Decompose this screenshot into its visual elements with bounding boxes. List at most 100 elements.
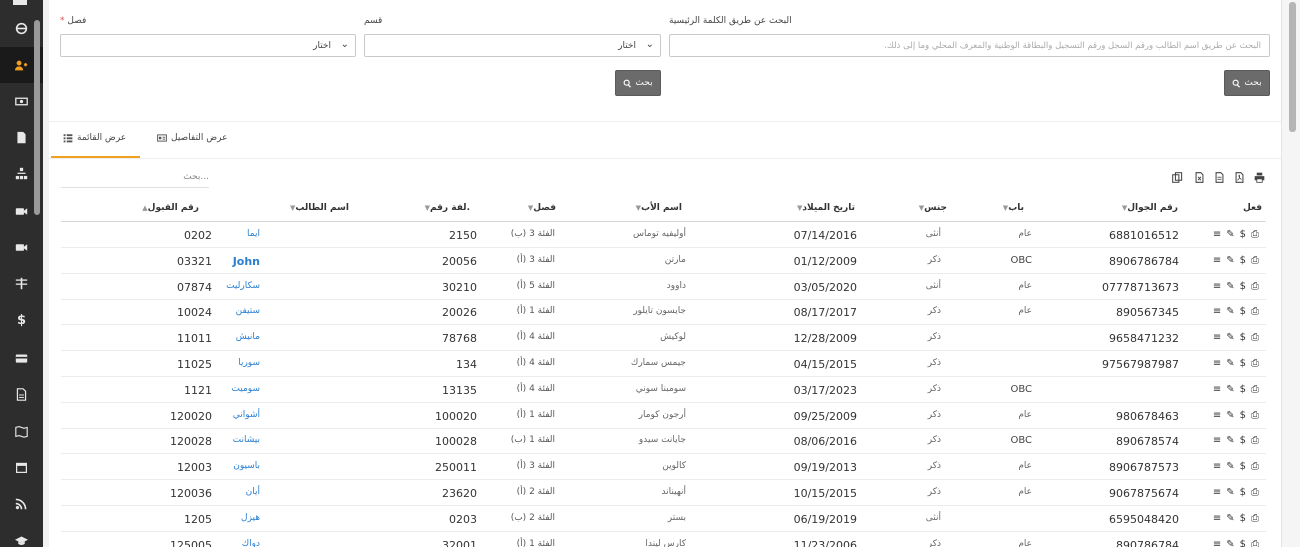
edit-icon[interactable]: ✎: [1226, 435, 1234, 446]
table-row[interactable]: ≡ ✎ $ ⎙ OBC ذكر 03/17/2023 سومبنا سوني الفئة 4 (…: [61, 377, 1266, 403]
edit-icon[interactable]: ✎: [1226, 513, 1234, 524]
class-search-button[interactable]: بحث: [615, 70, 661, 96]
menu-icon[interactable]: ≡: [1213, 306, 1221, 317]
menu-icon[interactable]: ≡: [1213, 255, 1221, 266]
table-row[interactable]: ≡ ✎ $ ⎙ 890567345 عام ذكر 08/17/2017 جايسون تايل…: [61, 299, 1266, 326]
student-name-link[interactable]: بيشانت: [233, 435, 260, 445]
excel-icon[interactable]: [1192, 170, 1206, 184]
menu-icon[interactable]: ≡: [1213, 281, 1221, 292]
table-row[interactable]: ≡ ✎ $ ⎙ 07778713673 عام أنثى 03/05/2020 داوود الف…: [61, 274, 1266, 300]
table-row[interactable]: ≡ ✎ $ ⎙ 980678463 عام ذكر 09/25/2009 أرجون كومار…: [61, 403, 1266, 429]
print-icon[interactable]: ⎙: [1251, 332, 1259, 343]
student-name-link[interactable]: سوميت: [231, 384, 260, 394]
file-icon[interactable]: [0, 376, 43, 412]
dollar-icon[interactable]: $: [1240, 539, 1246, 547]
filter-icon[interactable]: [0, 265, 43, 301]
column-header-student-name[interactable]: ▼اسم الطالب: [290, 203, 349, 213]
print-icon[interactable]: ⎙: [1251, 461, 1259, 472]
table-search-input[interactable]: بحث...: [61, 172, 209, 188]
print-icon[interactable]: ⎙: [1251, 255, 1259, 266]
student-name-link[interactable]: أيان: [246, 487, 260, 497]
rss-icon[interactable]: [0, 485, 43, 521]
student-name-link[interactable]: John: [233, 255, 260, 268]
print-icon[interactable]: ⎙: [1251, 539, 1259, 547]
student-name-link[interactable]: باسيون: [233, 461, 260, 471]
student-name-link[interactable]: هيزل: [241, 513, 260, 523]
dollar-icon[interactable]: $: [0, 302, 43, 338]
print-icon[interactable]: [1252, 170, 1266, 184]
graduation-cap-icon[interactable]: [0, 522, 43, 547]
student-name-link[interactable]: مانيش: [236, 332, 260, 342]
bars-icon[interactable]: [13, 0, 27, 5]
edit-icon[interactable]: ✎: [1226, 255, 1234, 266]
dollar-icon[interactable]: $: [1240, 281, 1246, 292]
tab-list-view[interactable]: عرض القائمة: [63, 133, 126, 143]
menu-icon[interactable]: ≡: [1213, 410, 1221, 421]
menu-icon[interactable]: ≡: [1213, 539, 1221, 547]
column-header-action[interactable]: فعل: [1243, 203, 1262, 213]
edit-icon[interactable]: ✎: [1226, 281, 1234, 292]
student-name-link[interactable]: أشواني: [233, 410, 260, 420]
edit-icon[interactable]: ✎: [1226, 487, 1234, 498]
dollar-icon[interactable]: $: [1240, 487, 1246, 498]
print-icon[interactable]: ⎙: [1251, 487, 1259, 498]
video-icon[interactable]: [0, 229, 43, 265]
edit-icon[interactable]: ✎: [1226, 539, 1234, 547]
print-icon[interactable]: ⎙: [1251, 306, 1259, 317]
print-icon[interactable]: ⎙: [1251, 384, 1259, 395]
menu-icon[interactable]: ≡: [1213, 332, 1221, 343]
column-header-gender[interactable]: ▼جنس: [919, 203, 947, 213]
table-row[interactable]: ≡ ✎ $ ⎙ 8906787573 عام ذكر 09/19/2013 كالوين الفئ…: [61, 454, 1266, 481]
student-name-link[interactable]: ستيفن: [236, 306, 260, 316]
table-row[interactable]: ≡ ✎ $ ⎙ 6881016512 عام أنثى 07/14/2016 أوليفيه ت…: [61, 222, 1266, 248]
table-row[interactable]: ≡ ✎ $ ⎙ 890786784 عام ذكر 11/23/2006 كارس ليندا ا…: [61, 532, 1266, 547]
credit-card-icon[interactable]: [0, 340, 43, 376]
dollar-icon[interactable]: $: [1240, 332, 1246, 343]
edit-icon[interactable]: ✎: [1226, 410, 1234, 421]
table-row[interactable]: ≡ ✎ $ ⎙ 9658471232 ذكر 12/28/2009 لوكيش الفئة 4 …: [61, 325, 1266, 352]
edit-icon[interactable]: ✎: [1226, 358, 1234, 369]
column-header-dob[interactable]: ▼تاريخ الميلاد: [797, 203, 855, 213]
menu-icon[interactable]: ≡: [1213, 229, 1221, 240]
student-name-link[interactable]: سكارليت: [226, 281, 260, 291]
menu-icon[interactable]: ≡: [1213, 513, 1221, 524]
page-scrollbar[interactable]: [1289, 2, 1296, 132]
menu-icon[interactable]: ≡: [1213, 487, 1221, 498]
student-name-link[interactable]: ايما: [247, 229, 260, 239]
column-header-class[interactable]: ▼فصل: [528, 203, 556, 213]
sidebar-scrollbar[interactable]: [34, 20, 40, 215]
menu-icon[interactable]: ≡: [1213, 358, 1221, 369]
column-header-section[interactable]: ▼باب: [1003, 203, 1024, 213]
map-icon[interactable]: [0, 413, 43, 449]
dollar-icon[interactable]: $: [1240, 384, 1246, 395]
dollar-icon[interactable]: $: [1240, 410, 1246, 421]
table-row[interactable]: ≡ ✎ $ ⎙ 97567987987 ذكر 04/15/2015 جيمس سمارك ال…: [61, 351, 1266, 377]
print-icon[interactable]: ⎙: [1251, 513, 1259, 524]
column-header-mobile[interactable]: ▼رقم الجوال: [1122, 203, 1178, 213]
column-header-roll[interactable]: ▼لفة رقم.: [425, 203, 470, 213]
table-row[interactable]: ≡ ✎ $ ⎙ 8906786784 OBC ذكر 01/12/2009 مارتن الفئة…: [61, 248, 1266, 274]
dollar-icon[interactable]: $: [1240, 255, 1246, 266]
edit-icon[interactable]: ✎: [1226, 306, 1234, 317]
column-header-father[interactable]: ▼اسم الأب: [636, 203, 682, 213]
column-header-admission[interactable]: ▲رقم القبول: [142, 203, 199, 213]
dollar-icon[interactable]: $: [1240, 306, 1246, 317]
pdf-icon[interactable]: [1232, 170, 1246, 184]
csv-icon[interactable]: [1212, 170, 1226, 184]
dollar-icon[interactable]: $: [1240, 461, 1246, 472]
print-icon[interactable]: ⎙: [1251, 229, 1259, 240]
print-icon[interactable]: ⎙: [1251, 358, 1259, 369]
table-row[interactable]: ≡ ✎ $ ⎙ 9067875674 عام ذكر 10/15/2015 أنهيناند ال…: [61, 480, 1266, 506]
tab-details-view[interactable]: عرض التفاصيل: [157, 133, 228, 143]
keyword-search-input[interactable]: البحث عن طريق اسم الطالب ورقم السجل ورقم…: [669, 34, 1270, 57]
dollar-icon[interactable]: $: [1240, 358, 1246, 369]
print-icon[interactable]: ⎙: [1251, 410, 1259, 421]
dollar-icon[interactable]: $: [1240, 229, 1246, 240]
table-row[interactable]: ≡ ✎ $ ⎙ 890678574 OBC ذكر 08/06/2016 جايانت سيدو…: [61, 428, 1266, 455]
menu-icon[interactable]: ≡: [1213, 461, 1221, 472]
student-name-link[interactable]: سوريا: [238, 358, 260, 368]
table-row[interactable]: ≡ ✎ $ ⎙ 6595048420 أنثى 06/19/2019 بستر الفئة 2 …: [61, 506, 1266, 532]
edit-icon[interactable]: ✎: [1226, 332, 1234, 343]
print-icon[interactable]: ⎙: [1251, 435, 1259, 446]
edit-icon[interactable]: ✎: [1226, 229, 1234, 240]
